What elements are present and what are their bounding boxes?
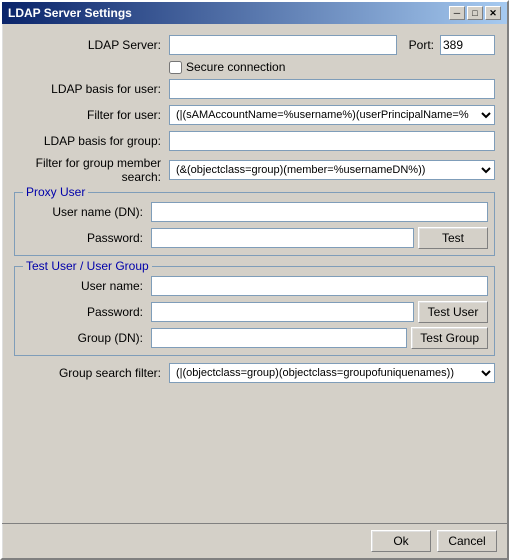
proxy-password-input[interactable] <box>151 228 414 248</box>
filter-group-label: Filter for group member search: <box>14 156 169 184</box>
test-group-row: Group (DN): Test Group <box>21 327 488 349</box>
test-section-title: Test User / User Group <box>23 259 152 273</box>
test-section: Test User / User Group User name: Passwo… <box>14 266 495 356</box>
proxy-password-group: Test <box>151 227 488 249</box>
test-section-content: User name: Password: Test User Group (DN… <box>21 275 488 349</box>
test-username-input[interactable] <box>151 276 488 296</box>
port-label: Port: <box>409 38 434 52</box>
secure-connection-label: Secure connection <box>186 60 285 74</box>
minimize-button[interactable]: ─ <box>449 6 465 20</box>
test-password-group: Test User <box>151 301 488 323</box>
close-button[interactable]: ✕ <box>485 6 501 20</box>
test-password-row: Password: Test User <box>21 301 488 323</box>
proxy-password-row: Password: Test <box>21 227 488 249</box>
ldap-server-label: LDAP Server: <box>14 38 169 52</box>
filter-user-select[interactable]: (|(sAMAccountName=%username%)(userPrinci… <box>169 105 495 125</box>
secure-connection-row: Secure connection <box>14 60 495 74</box>
test-username-row: User name: <box>21 275 488 297</box>
ldap-server-input[interactable] <box>169 35 397 55</box>
maximize-button[interactable]: □ <box>467 6 483 20</box>
filter-user-label: Filter for user: <box>14 108 169 122</box>
ldap-basis-group-row: LDAP basis for group: <box>14 130 495 152</box>
proxy-user-section: Proxy User User name (DN): Password: Tes… <box>14 192 495 256</box>
test-group-group: Test Group <box>151 327 488 349</box>
test-group-button[interactable]: Test Group <box>411 327 488 349</box>
ldap-basis-user-row: LDAP basis for user: <box>14 78 495 100</box>
proxy-password-label: Password: <box>21 231 151 245</box>
group-search-select[interactable]: (|(objectclass=group)(objectclass=groupo… <box>169 363 495 383</box>
test-group-input[interactable] <box>151 328 407 348</box>
ldap-server-row: LDAP Server: Port: <box>14 34 495 56</box>
test-password-label: Password: <box>21 305 151 319</box>
test-group-label: Group (DN): <box>21 331 151 345</box>
filter-user-row: Filter for user: (|(sAMAccountName=%user… <box>14 104 495 126</box>
cancel-button[interactable]: Cancel <box>437 530 497 552</box>
ok-button[interactable]: Ok <box>371 530 431 552</box>
main-content: LDAP Server: Port: Secure connection LDA… <box>2 24 507 523</box>
ldap-basis-user-input[interactable] <box>169 79 495 99</box>
group-search-row: Group search filter: (|(objectclass=grou… <box>14 362 495 384</box>
bottom-bar: Ok Cancel <box>2 523 507 558</box>
proxy-user-content: User name (DN): Password: Test <box>21 201 488 249</box>
server-input-group: Port: <box>169 35 495 55</box>
proxy-username-row: User name (DN): <box>21 201 488 223</box>
proxy-user-title: Proxy User <box>23 185 88 199</box>
title-bar-controls: ─ □ ✕ <box>449 6 501 20</box>
test-password-input[interactable] <box>151 302 414 322</box>
test-button[interactable]: Test <box>418 227 488 249</box>
test-user-button[interactable]: Test User <box>418 301 488 323</box>
test-username-label: User name: <box>21 279 151 293</box>
ldap-settings-window: LDAP Server Settings ─ □ ✕ LDAP Server: … <box>0 0 509 560</box>
ldap-basis-group-input[interactable] <box>169 131 495 151</box>
proxy-username-input[interactable] <box>151 202 488 222</box>
title-bar: LDAP Server Settings ─ □ ✕ <box>2 2 507 24</box>
proxy-username-label: User name (DN): <box>21 205 151 219</box>
window-title: LDAP Server Settings <box>8 6 132 20</box>
secure-connection-checkbox[interactable] <box>169 61 182 74</box>
port-input[interactable] <box>440 35 495 55</box>
filter-group-select[interactable]: (&(objectclass=group)(member=%usernameDN… <box>169 160 495 180</box>
ldap-basis-group-label: LDAP basis for group: <box>14 134 169 148</box>
group-search-label: Group search filter: <box>14 366 169 380</box>
ldap-basis-user-label: LDAP basis for user: <box>14 82 169 96</box>
filter-group-row: Filter for group member search: (&(objec… <box>14 156 495 184</box>
